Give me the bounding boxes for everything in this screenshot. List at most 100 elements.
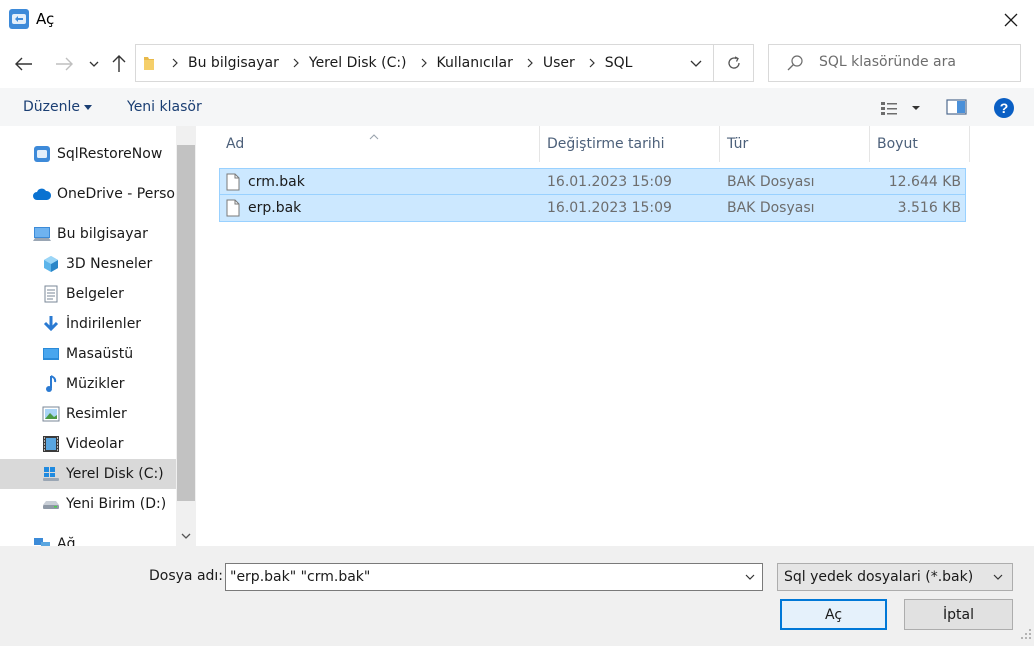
sort-ascending-icon: [369, 128, 379, 144]
column-header-label: Ad: [226, 136, 245, 152]
sidebar-scrollbar-thumb[interactable]: [177, 145, 195, 501]
breadcrumb-item[interactable]: Bu bilgisayar: [184, 55, 287, 71]
preview-pane-button[interactable]: [946, 98, 968, 118]
file-modified: 16.01.2023 15:09: [547, 173, 672, 190]
chevron-down-icon: [181, 533, 191, 539]
column-header-name[interactable]: Ad: [219, 126, 540, 162]
file-type: BAK Dosyası: [727, 173, 815, 190]
help-icon: ?: [994, 98, 1014, 118]
file-type: BAK Dosyası: [727, 200, 815, 216]
window-title: Aç: [36, 10, 55, 28]
cloud-icon: [31, 183, 53, 205]
new-folder-button[interactable]: Yeni klasör: [127, 99, 202, 115]
breadcrumb-item[interactable]: Kullanıcılar: [433, 55, 521, 71]
sidebar-item-network[interactable]: Ağ: [0, 529, 176, 546]
file-row[interactable]: erp.bak 16.01.2023 15:09 BAK Dosyası 3.5…: [219, 195, 966, 222]
breadcrumb: Bu bilgisayar Yerel Disk (C:) Kullanıcıl…: [166, 45, 640, 81]
column-header-modified[interactable]: Değiştirme tarihi: [540, 126, 720, 162]
file-name-cell: erp.bak: [220, 199, 540, 217]
breadcrumb-item[interactable]: User: [539, 55, 583, 71]
organize-label: Düzenle: [23, 99, 80, 115]
back-button[interactable]: [12, 52, 36, 76]
sidebar-item-label: Yerel Disk (C:): [66, 466, 164, 482]
caret-down-icon: [84, 104, 92, 110]
file-list: Ad Değiştirme tarihi Tür Boyut crm.bak 1…: [197, 126, 1034, 546]
command-toolbar: Düzenle Yeni klasör: [0, 88, 1034, 126]
chevron-down-icon: [89, 61, 99, 67]
sidebar-item-music[interactable]: Müzikler: [0, 369, 176, 399]
chevron-down-icon: [988, 564, 1008, 590]
chevron-right-icon: [521, 58, 539, 68]
file-name-label: Dosya adı:: [149, 568, 224, 584]
file-type-filter-value: Sql yedek dosyalari (*.bak): [784, 569, 974, 585]
close-icon: [1004, 13, 1018, 27]
sidebar-item-label: Videolar: [66, 436, 124, 452]
music-icon: [40, 373, 62, 395]
chevron-right-icon: [415, 58, 433, 68]
sidebar-item-local-disk-c[interactable]: Yerel Disk (C:): [0, 459, 176, 489]
column-header-label: Boyut: [877, 136, 918, 152]
sidebar-item-label: Ağ: [57, 536, 76, 546]
close-button[interactable]: [988, 0, 1034, 40]
column-header-label: Değiştirme tarihi: [547, 136, 665, 152]
sidebar-item-label: OneDrive - Person: [57, 186, 176, 202]
search-box[interactable]: SQL klasöründe ara: [768, 44, 1021, 82]
recent-locations-button[interactable]: [82, 52, 106, 76]
sidebar-item-label: Belgeler: [66, 286, 124, 302]
column-header-size[interactable]: Boyut: [870, 126, 970, 162]
file-type-filter[interactable]: Sql yedek dosyalari (*.bak): [777, 563, 1013, 591]
open-button[interactable]: Aç: [780, 599, 887, 630]
download-icon: [40, 313, 62, 335]
sidebar-item-new-volume-d[interactable]: Yeni Birim (D:): [0, 489, 176, 519]
column-header-type[interactable]: Tür: [720, 126, 870, 162]
sidebar-item-desktop[interactable]: Masaüstü: [0, 339, 176, 369]
sidebar-item-videos[interactable]: Videolar: [0, 429, 176, 459]
sidebar-item-documents[interactable]: Belgeler: [0, 279, 176, 309]
sidebar-item-sqlrestorenow[interactable]: SqlRestoreNow: [0, 139, 176, 169]
chevron-right-icon: [583, 58, 601, 68]
computer-icon: [31, 223, 53, 245]
folder-icon: [143, 55, 155, 75]
video-icon: [40, 433, 62, 455]
sidebar-item-label: Müzikler: [66, 376, 125, 392]
file-size: 3.516 KB: [897, 200, 961, 216]
file-name-value: "erp.bak" "crm.bak": [230, 569, 371, 585]
sidebar-item-label: Resimler: [66, 406, 127, 422]
up-button[interactable]: [107, 52, 131, 76]
file-name-panel: Dosya adı: "erp.bak" "crm.bak" Sql yedek…: [0, 546, 1034, 646]
resize-grip-icon[interactable]: [1020, 628, 1032, 644]
sidebar-item-pictures[interactable]: Resimler: [0, 399, 176, 429]
arrow-right-icon: [56, 57, 73, 71]
file-icon: [226, 173, 240, 191]
sidebar-item-label: Yeni Birim (D:): [66, 496, 167, 512]
file-name: crm.bak: [248, 173, 305, 190]
breadcrumb-item[interactable]: Yerel Disk (C:): [305, 55, 415, 71]
preview-pane-icon: [946, 99, 967, 115]
address-bar[interactable]: Bu bilgisayar Yerel Disk (C:) Kullanıcıl…: [135, 44, 754, 82]
column-header-label: Tür: [727, 136, 749, 152]
file-icon: [226, 199, 240, 217]
sidebar-item-onedrive[interactable]: OneDrive - Person: [0, 179, 176, 209]
file-name-history-button[interactable]: [738, 564, 762, 590]
change-view-button[interactable]: [880, 98, 924, 118]
sidebar-item-3d-objects[interactable]: 3D Nesneler: [0, 249, 176, 279]
document-icon: [40, 283, 62, 305]
sidebar-item-label: 3D Nesneler: [66, 256, 153, 272]
scroll-down-button[interactable]: [176, 526, 196, 546]
chevron-down-icon: [690, 60, 702, 67]
forward-button[interactable]: [52, 52, 76, 76]
help-button[interactable]: ?: [993, 97, 1015, 123]
search-input[interactable]: SQL klasöründe ara: [819, 54, 956, 70]
sidebar-item-label: Bu bilgisayar: [57, 226, 148, 242]
address-history-button[interactable]: [679, 45, 713, 81]
file-row[interactable]: crm.bak 16.01.2023 15:09 BAK Dosyası 12.…: [219, 168, 966, 195]
cancel-button[interactable]: İptal: [904, 599, 1013, 630]
app-icon: [9, 9, 29, 29]
refresh-button[interactable]: [713, 45, 754, 81]
sidebar-item-downloads[interactable]: İndirilenler: [0, 309, 176, 339]
file-name-input[interactable]: "erp.bak" "crm.bak": [225, 563, 763, 591]
title-bar: Aç: [0, 0, 1034, 40]
breadcrumb-item[interactable]: SQL: [601, 55, 641, 71]
sidebar-item-this-pc[interactable]: Bu bilgisayar: [0, 219, 176, 249]
organize-menu-button[interactable]: Düzenle: [23, 99, 92, 115]
